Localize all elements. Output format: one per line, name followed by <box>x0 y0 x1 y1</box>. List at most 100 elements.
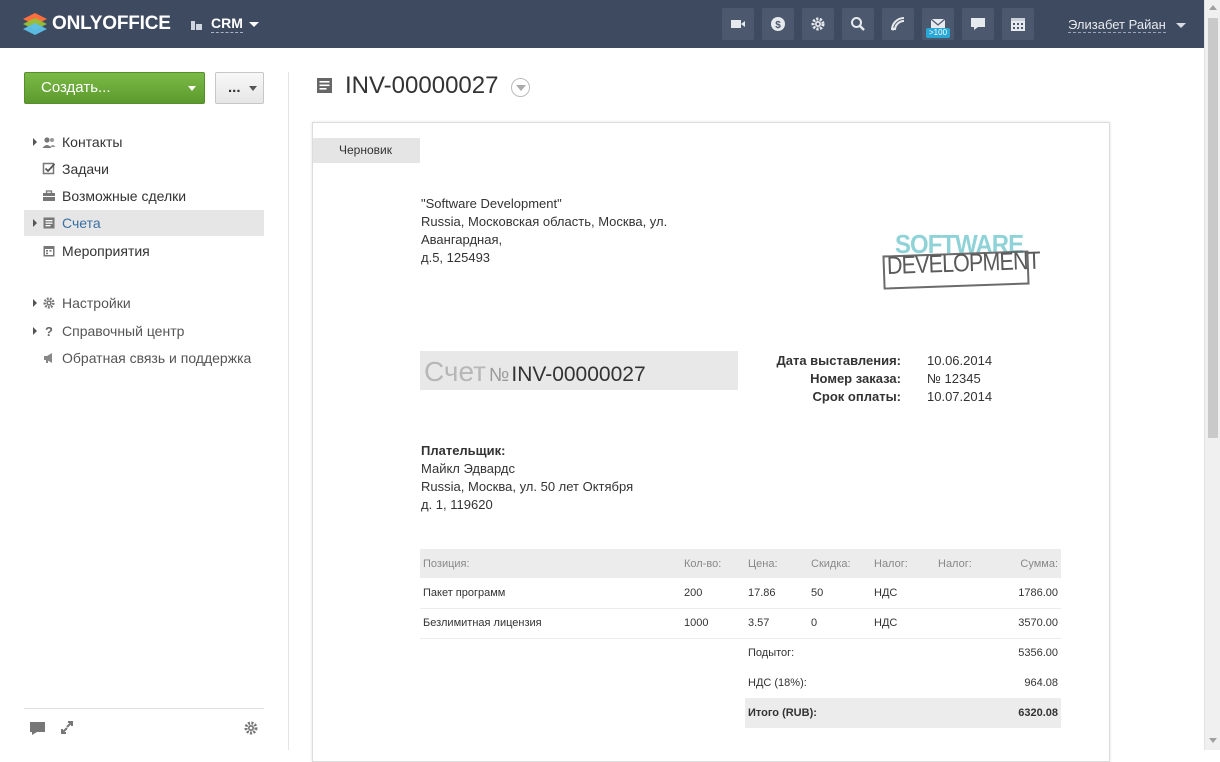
scroll-down-arrow-icon[interactable] <box>1209 738 1217 743</box>
scrollbar-thumb[interactable] <box>1208 18 1218 438</box>
meta-row: Срок оплаты: 10.07.2014 <box>743 388 1043 406</box>
expand-icon[interactable] <box>60 720 74 736</box>
status-badge: Черновик <box>313 138 420 163</box>
feed-button[interactable] <box>882 8 914 40</box>
chat-button[interactable] <box>962 8 994 40</box>
meta-label: Срок оплаты: <box>812 389 901 404</box>
chevron-down-icon <box>249 86 257 91</box>
module-name: CRM <box>211 15 243 33</box>
column-header: Скидка: <box>808 549 871 578</box>
more-actions-button[interactable]: ... <box>215 72 264 104</box>
payer-line: Майкл Эдвардс <box>421 461 516 476</box>
expand-arrow-icon[interactable] <box>30 327 40 335</box>
invoice-icon <box>43 217 55 229</box>
search-icon <box>851 17 865 31</box>
more-button-label: ... <box>228 79 241 96</box>
invoice-icon <box>317 78 332 93</box>
seller-line: "Software Development" <box>421 196 562 211</box>
meta-row: Номер заказа: № 12345 <box>743 370 1043 388</box>
mail-button[interactable]: >100 <box>922 8 954 40</box>
settings-button[interactable] <box>802 8 834 40</box>
actions-dropdown-icon[interactable] <box>511 78 530 97</box>
sidebar-item-deals[interactable]: Возможные сделки <box>24 183 264 209</box>
expand-arrow-icon[interactable] <box>30 138 40 146</box>
onlyoffice-logo[interactable]: ONLYOFFICE <box>22 11 171 37</box>
meta-label: Дата выставления: <box>776 353 901 368</box>
module-switcher[interactable]: CRM <box>190 15 259 33</box>
gear-icon[interactable] <box>243 720 259 736</box>
subtotal-value: 5356.00 <box>1018 647 1058 660</box>
tax-label: НДС (18%): <box>748 677 807 689</box>
payer-heading: Плательщик: <box>421 443 506 458</box>
gear-icon <box>43 297 55 309</box>
gear-icon <box>811 17 825 31</box>
sidebar-item-settings[interactable]: Настройки <box>24 290 264 316</box>
item-tax-2 <box>935 608 999 639</box>
meta-row: Дата выставления: 10.06.2014 <box>743 352 1043 370</box>
expand-arrow-icon[interactable] <box>30 219 40 227</box>
video-button[interactable] <box>722 8 754 40</box>
subtotal-label: Подытог: <box>748 647 795 660</box>
tax-value: 964.08 <box>1024 677 1058 689</box>
sidebar-item-contacts[interactable]: Контакты <box>24 129 264 155</box>
feed-icon <box>891 17 905 31</box>
sidebar-item-label: Счета <box>62 215 101 231</box>
invoice-heading-word: Счет <box>424 356 486 387</box>
invoice-meta: Дата выставления: 10.06.2014 Номер заказ… <box>743 352 1043 406</box>
page-scrollbar[interactable] <box>1204 0 1220 750</box>
item-discount: 0 <box>808 608 871 639</box>
payer-block: Плательщик: Майкл Эдвардс Russia, Москва… <box>421 442 633 514</box>
column-header: Налог: <box>871 549 935 578</box>
tasks-icon <box>42 162 56 175</box>
payer-line: Russia, Москва, ул. 50 лет Октября <box>421 479 634 494</box>
sidebar-item-label: Справочный центр <box>62 323 185 339</box>
onlyoffice-logo-icon <box>23 13 47 35</box>
meta-value: 10.07.2014 <box>927 389 993 404</box>
dollar-icon: $ <box>771 17 785 31</box>
item-price: 3.57 <box>745 608 808 639</box>
meta-value: 10.06.2014 <box>927 353 993 368</box>
subtotal-row: Подытог: 5356.00 <box>420 638 1061 668</box>
chevron-down-icon <box>248 21 259 27</box>
sidebar-item-feedback[interactable]: Обратная связь и поддержка <box>24 345 264 371</box>
briefcase-icon <box>43 190 55 201</box>
item-discount: 50 <box>808 578 871 609</box>
chevron-down-icon <box>1175 22 1186 28</box>
column-header: Позиция: <box>420 549 681 578</box>
sidebar-item-invoices[interactable]: Счета <box>24 210 264 236</box>
logo-bottom-text: DEVELOPMENT <box>886 246 1041 280</box>
payer-line: д. 1, 119620 <box>421 497 493 512</box>
tax-row: НДС (18%): 964.08 <box>420 668 1061 698</box>
item-amount: 3570.00 <box>999 608 1061 639</box>
line-items-table: Позиция: Кол-во: Цена: Скидка: Налог: На… <box>420 549 1061 728</box>
sidebar-item-help-center[interactable]: ? Справочный центр <box>24 318 264 344</box>
seller-line: Авангардная, <box>421 232 503 247</box>
user-menu[interactable]: Элизабет Райан <box>1068 17 1186 33</box>
chat-icon[interactable] <box>29 720 47 736</box>
item-quantity: 1000 <box>681 608 745 639</box>
invoice-number: INV-00000027 <box>511 363 646 386</box>
scroll-up-arrow-icon[interactable] <box>1209 5 1217 10</box>
sidebar-item-label: Обратная связь и поддержка <box>62 350 252 366</box>
payments-button[interactable]: $ <box>762 8 794 40</box>
meta-value: № 12345 <box>927 371 981 386</box>
search-button[interactable] <box>842 8 874 40</box>
invoice-document: Черновик "Software Development" Russia, … <box>312 122 1110 762</box>
create-button[interactable]: Создать... <box>24 72 205 104</box>
sidebar-item-events[interactable]: Мероприятия <box>24 238 264 264</box>
user-name: Элизабет Райан <box>1068 17 1166 33</box>
sidebar-item-tasks[interactable]: Задачи <box>24 156 264 182</box>
company-logo: SOFTWARE DEVELOPMENT <box>881 227 1040 299</box>
svg-text:?: ? <box>45 324 53 338</box>
column-header: Налог: <box>935 549 999 578</box>
sidebar-divider <box>24 708 264 709</box>
expand-arrow-icon[interactable] <box>30 299 40 307</box>
item-amount: 1786.00 <box>999 578 1061 609</box>
sidebar-item-label: Мероприятия <box>62 243 150 259</box>
invoice-heading: Счет № INV-00000027 <box>420 351 738 390</box>
calendar-button[interactable] <box>1002 8 1034 40</box>
events-calendar-icon <box>43 246 55 257</box>
total-label: Итого (RUB): <box>745 698 999 728</box>
page-title: INV-00000027 <box>345 72 499 99</box>
mail-count-badge: >100 <box>926 28 951 38</box>
